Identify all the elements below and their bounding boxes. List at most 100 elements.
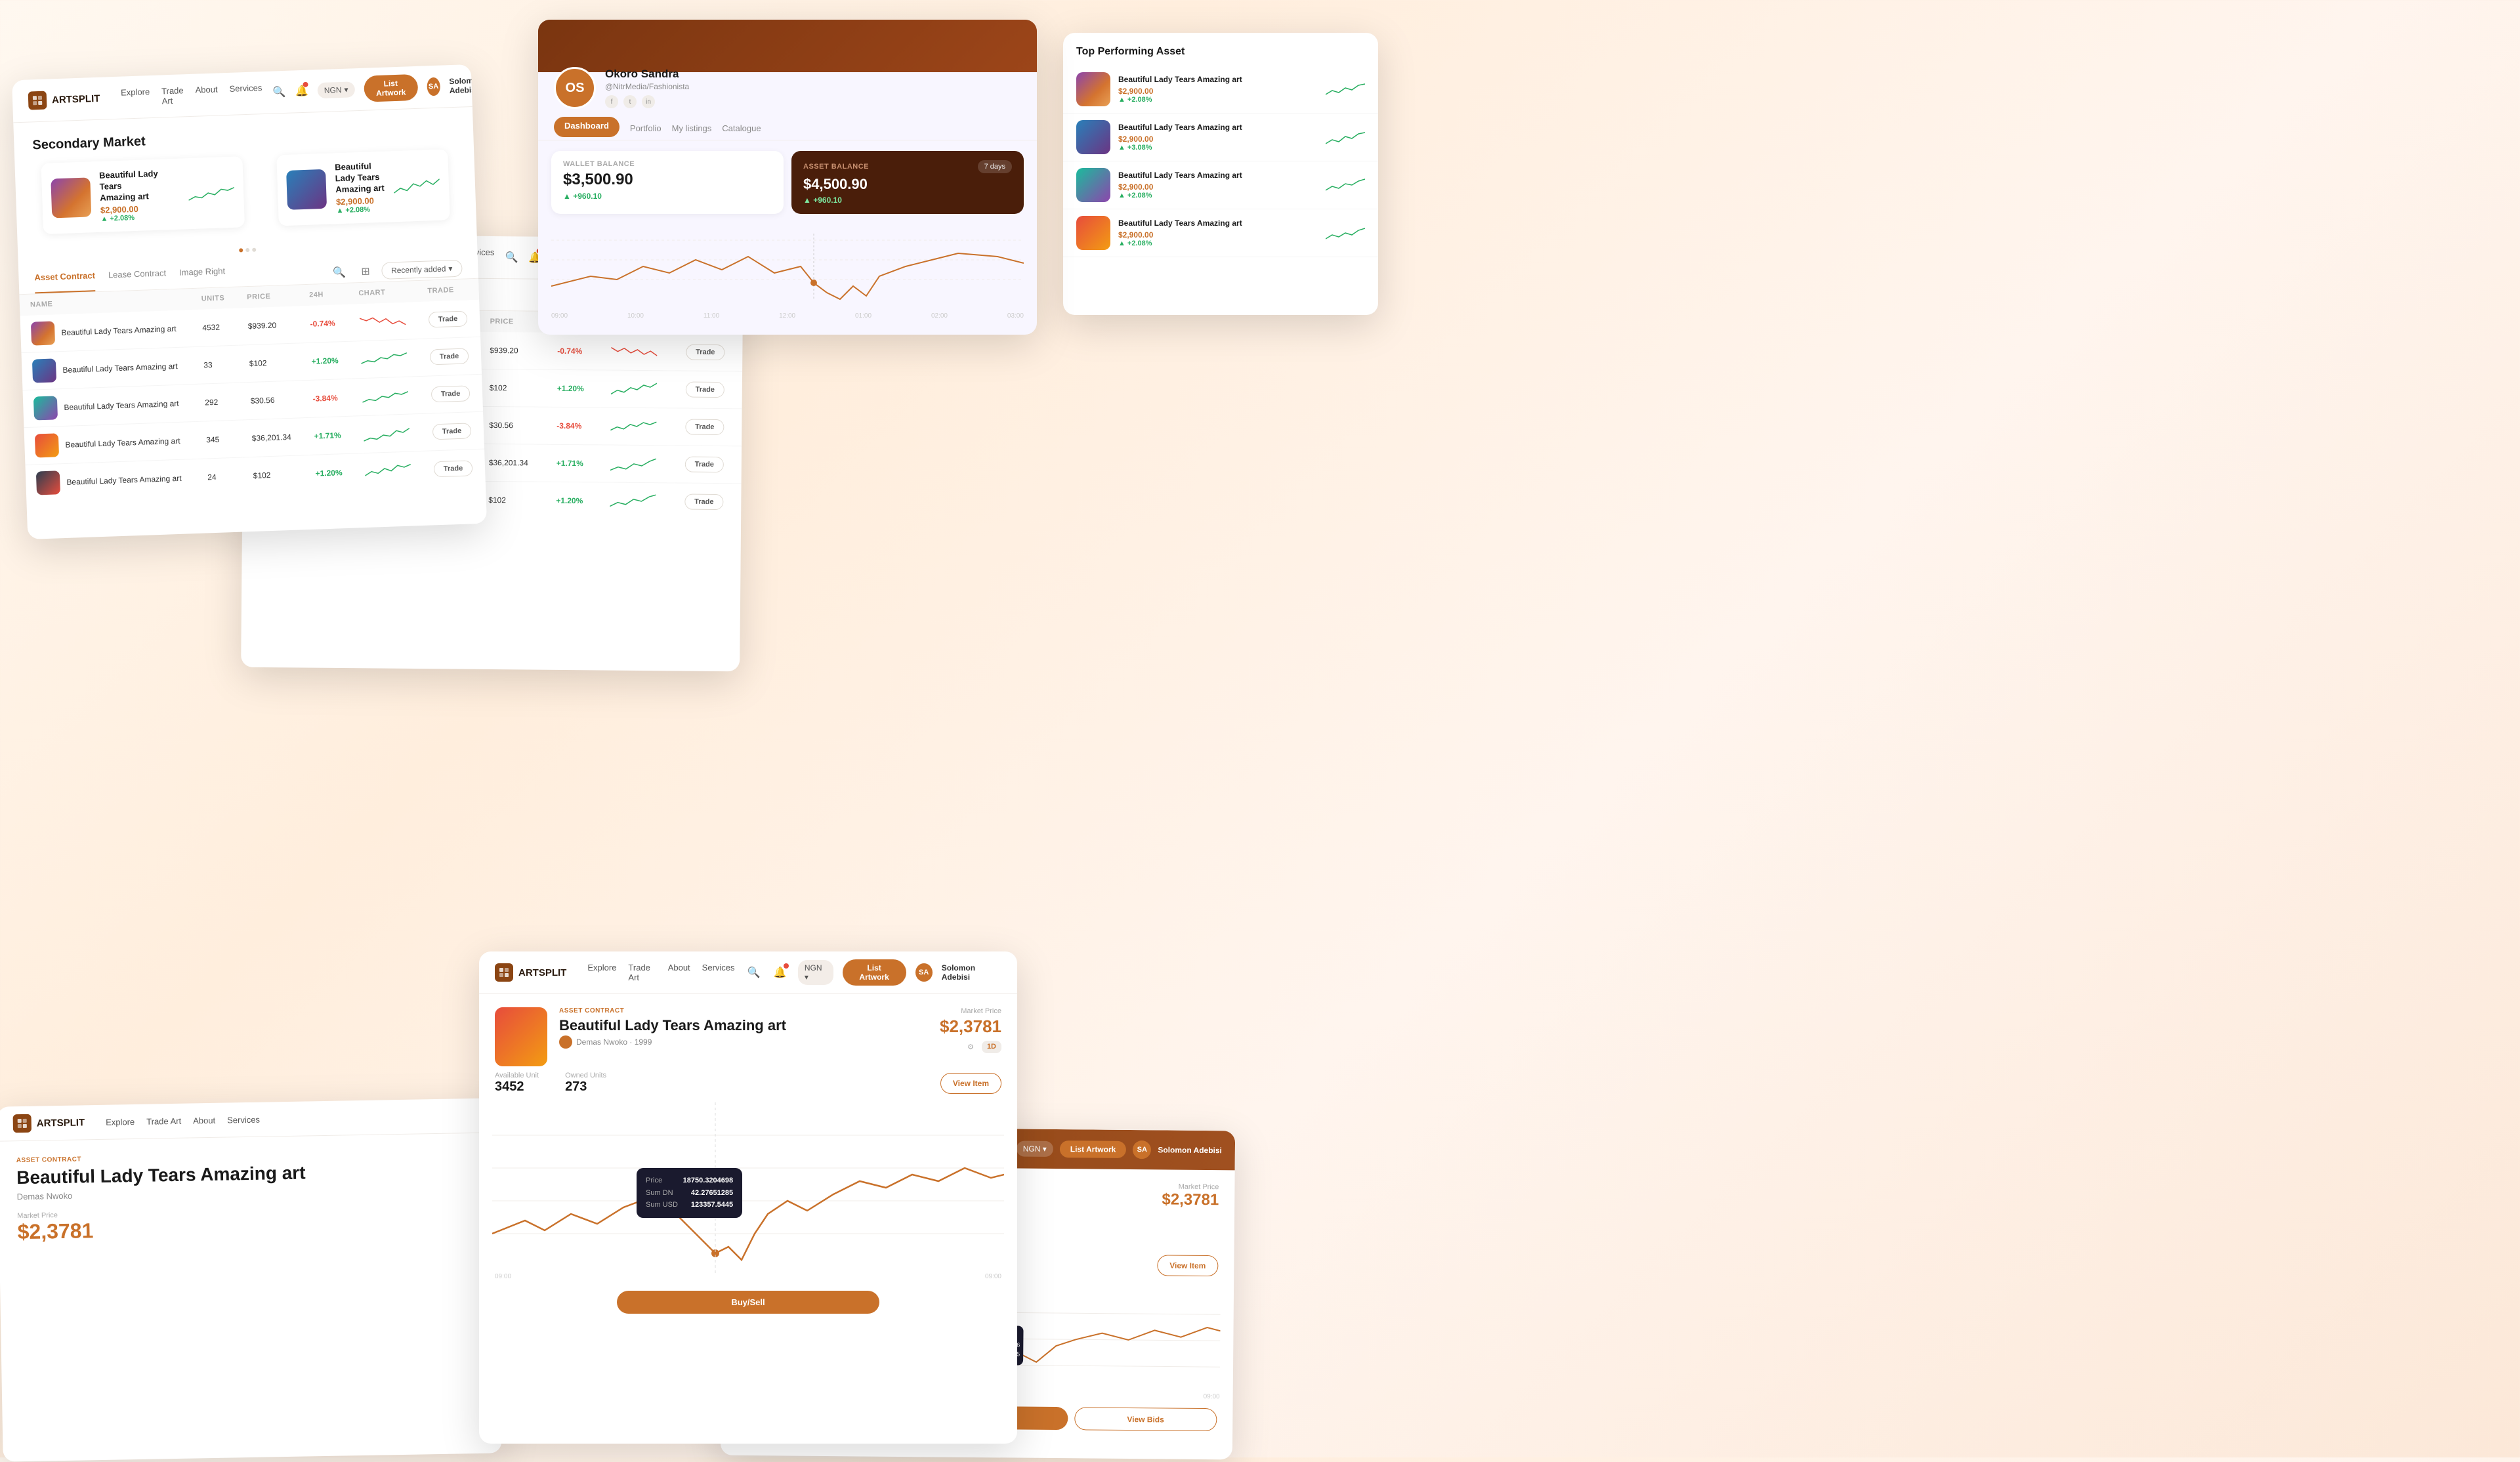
list-artwork-btn-3[interactable]: List Artwork xyxy=(843,959,906,986)
view-item-btn[interactable]: View Item xyxy=(940,1073,1001,1094)
col-trade: Trade xyxy=(417,278,479,301)
dashboard-panel: OS Okoro Sandra @NitrMedia/Fashionista f… xyxy=(538,20,1037,335)
buy-sell-btn[interactable]: Buy/Sell xyxy=(617,1291,879,1314)
td-name-1: Beautiful Lady Tears Amazing art xyxy=(20,310,193,353)
nav-about-bl[interactable]: About xyxy=(193,1115,215,1125)
trade-btn-1[interactable]: Trade xyxy=(429,310,468,327)
td-art-name-4: Beautiful Lady Tears Amazing art xyxy=(65,436,180,449)
dash-tab-listings[interactable]: My listings xyxy=(672,117,712,140)
dot-1 xyxy=(239,248,243,252)
nav-explore-3[interactable]: Explore xyxy=(587,963,616,982)
mini-chart-secondary xyxy=(393,175,440,196)
time-6: 02:00 xyxy=(931,312,948,320)
search-btn-2[interactable]: 🔍 xyxy=(505,248,518,266)
filter-dropdown[interactable]: Recently added ▾ xyxy=(381,259,463,279)
time-5: 01:00 xyxy=(855,312,872,320)
nav-explore-bl[interactable]: Explore xyxy=(106,1117,135,1127)
art-card-featured[interactable]: Beautiful Lady TearsAmazing art $2,900.0… xyxy=(41,156,245,234)
search-btn-3[interactable]: 🔍 xyxy=(746,963,763,982)
instagram-icon[interactable]: in xyxy=(642,95,655,108)
logo-1: ARTSPLIT xyxy=(28,89,100,110)
list-artwork-btn-1[interactable]: List Artwork xyxy=(364,74,418,102)
br-viewbids-btn[interactable]: View Bids xyxy=(1074,1407,1217,1431)
trade-btn-3[interactable]: Trade xyxy=(430,385,470,402)
art-detail-artist: Demas Nwoko · 1999 xyxy=(559,1035,928,1049)
currency-selector-1[interactable]: NGN ▾ xyxy=(317,81,355,98)
twitter-icon[interactable]: t xyxy=(623,95,637,108)
nav-services-1[interactable]: Services xyxy=(229,83,262,104)
art-card-secondary[interactable]: Beautiful Lady TearsAmazing art $2,900.0… xyxy=(276,149,450,226)
tooltip-sumusd-label: Sum USD xyxy=(646,1199,678,1211)
nav-trade-1[interactable]: Trade Art xyxy=(161,85,184,106)
tab-asset-contract[interactable]: Asset Contract xyxy=(34,270,96,293)
trade-btn-4[interactable]: Trade xyxy=(432,423,471,440)
nav-trade-bl[interactable]: Trade Art xyxy=(146,1116,181,1126)
facebook-icon[interactable]: f xyxy=(605,95,618,108)
dash-tab-catalogue[interactable]: Catalogue xyxy=(722,117,761,140)
logo-text-bl: ARTSPLIT xyxy=(37,1117,85,1129)
currency-3[interactable]: NGN ▾ xyxy=(798,960,833,985)
td2-change-5: +1.20% xyxy=(556,496,583,505)
art-detail-info: Asset Contract Beautiful Lady Tears Amaz… xyxy=(559,1007,928,1049)
time-4: 12:00 xyxy=(779,312,795,320)
nav-explore-1[interactable]: Explore xyxy=(121,87,150,108)
tab-image-right[interactable]: Image Right xyxy=(179,266,226,288)
nav-about-3[interactable]: About xyxy=(668,963,690,982)
profile-handle: @NitrMedia/Fashionista xyxy=(605,82,689,91)
dashboard-nav-tabs: Dashboard Portfolio My listings Catalogu… xyxy=(538,117,1037,140)
trade-btn2-2[interactable]: Trade xyxy=(685,382,724,398)
notification-btn-3[interactable]: 🔔 xyxy=(772,963,789,982)
col-24h: 24h xyxy=(299,283,348,306)
br-currency[interactable]: NGN ▾ xyxy=(1017,1141,1053,1157)
logo-text-3: ARTSPLIT xyxy=(518,967,566,978)
price-chart-svg xyxy=(492,1102,1004,1273)
dash-tab-dashboard[interactable]: Dashboard xyxy=(554,117,620,137)
table-body: Beautiful Lady Tears Amazing art 4532 $9… xyxy=(20,299,486,501)
period-tab-1d[interactable]: 1D xyxy=(982,1041,1001,1053)
table-filter-btn[interactable]: ⊞ xyxy=(355,261,377,282)
bl-content: Asset Contract Beautiful Lady Tears Amaz… xyxy=(0,1133,498,1260)
nav-services-bl[interactable]: Services xyxy=(227,1114,260,1125)
br-view-btn[interactable]: View Item xyxy=(1157,1255,1218,1276)
performing-change-4: ▲ +2.08% xyxy=(1118,240,1318,247)
performing-item-2[interactable]: Beautiful Lady Tears Amazing art $2,900.… xyxy=(1063,114,1378,161)
nav-services-3[interactable]: Services xyxy=(702,963,735,982)
table-search-btn[interactable]: 🔍 xyxy=(329,261,350,283)
performing-price-3: $2,900.00 xyxy=(1118,182,1318,192)
performing-item-4[interactable]: Beautiful Lady Tears Amazing art $2,900.… xyxy=(1063,209,1378,257)
br-time-2: 09:00 xyxy=(1204,1393,1220,1400)
cta-2: 09:00 xyxy=(985,1273,1001,1280)
tab-lease-contract[interactable]: Lease Contract xyxy=(108,268,167,291)
asset-change: ▲ +960.10 xyxy=(803,196,1012,205)
performing-item-3[interactable]: Beautiful Lady Tears Amazing art $2,900.… xyxy=(1063,161,1378,209)
td2-price-3: $30.56 xyxy=(478,406,547,444)
performing-chart-2 xyxy=(1326,129,1365,145)
price-tooltip: Price 18750.3204698 Sum DN 42.27651285 S… xyxy=(637,1168,742,1218)
app-container: ARTSPLIT Explore Trade Art About Service… xyxy=(0,0,2520,1457)
trade-btn2-5[interactable]: Trade xyxy=(684,494,724,511)
performing-item-1[interactable]: Beautiful Lady Tears Amazing art $2,900.… xyxy=(1063,66,1378,114)
notification-btn-1[interactable]: 🔔 xyxy=(295,82,308,101)
td-chart-4 xyxy=(352,413,423,453)
days-badge[interactable]: 7 days xyxy=(978,160,1012,173)
br-list-btn[interactable]: List Artwork xyxy=(1060,1140,1127,1158)
owned-units-label: Owned Units xyxy=(565,1072,606,1079)
owned-units-block: Owned Units 273 xyxy=(565,1072,606,1095)
td2-change-4: +1.71% xyxy=(556,459,583,468)
td-name-3: Beautiful Lady Tears Amazing art xyxy=(22,384,195,427)
dot-2 xyxy=(245,248,249,252)
trade-btn-5[interactable]: Trade xyxy=(433,460,472,477)
trade-btn2-1[interactable]: Trade xyxy=(686,345,725,361)
trade-btn2-4[interactable]: Trade xyxy=(685,457,724,473)
trade-btn2-3[interactable]: Trade xyxy=(685,419,724,436)
dash-tab-portfolio[interactable]: Portfolio xyxy=(630,117,662,140)
search-btn-1[interactable]: 🔍 xyxy=(272,83,286,102)
td-units-5: 24 xyxy=(196,457,243,496)
td-change-3: -3.84% xyxy=(302,379,352,418)
nav-about-1[interactable]: About xyxy=(195,84,218,104)
nav-trade-3[interactable]: Trade Art xyxy=(628,963,656,982)
trade-btn-2[interactable]: Trade xyxy=(429,348,469,365)
td-trade-2: Trade xyxy=(419,337,482,376)
period-tab-icon[interactable]: ⚙ xyxy=(962,1041,979,1053)
td2-change-3: -3.84% xyxy=(556,421,581,430)
